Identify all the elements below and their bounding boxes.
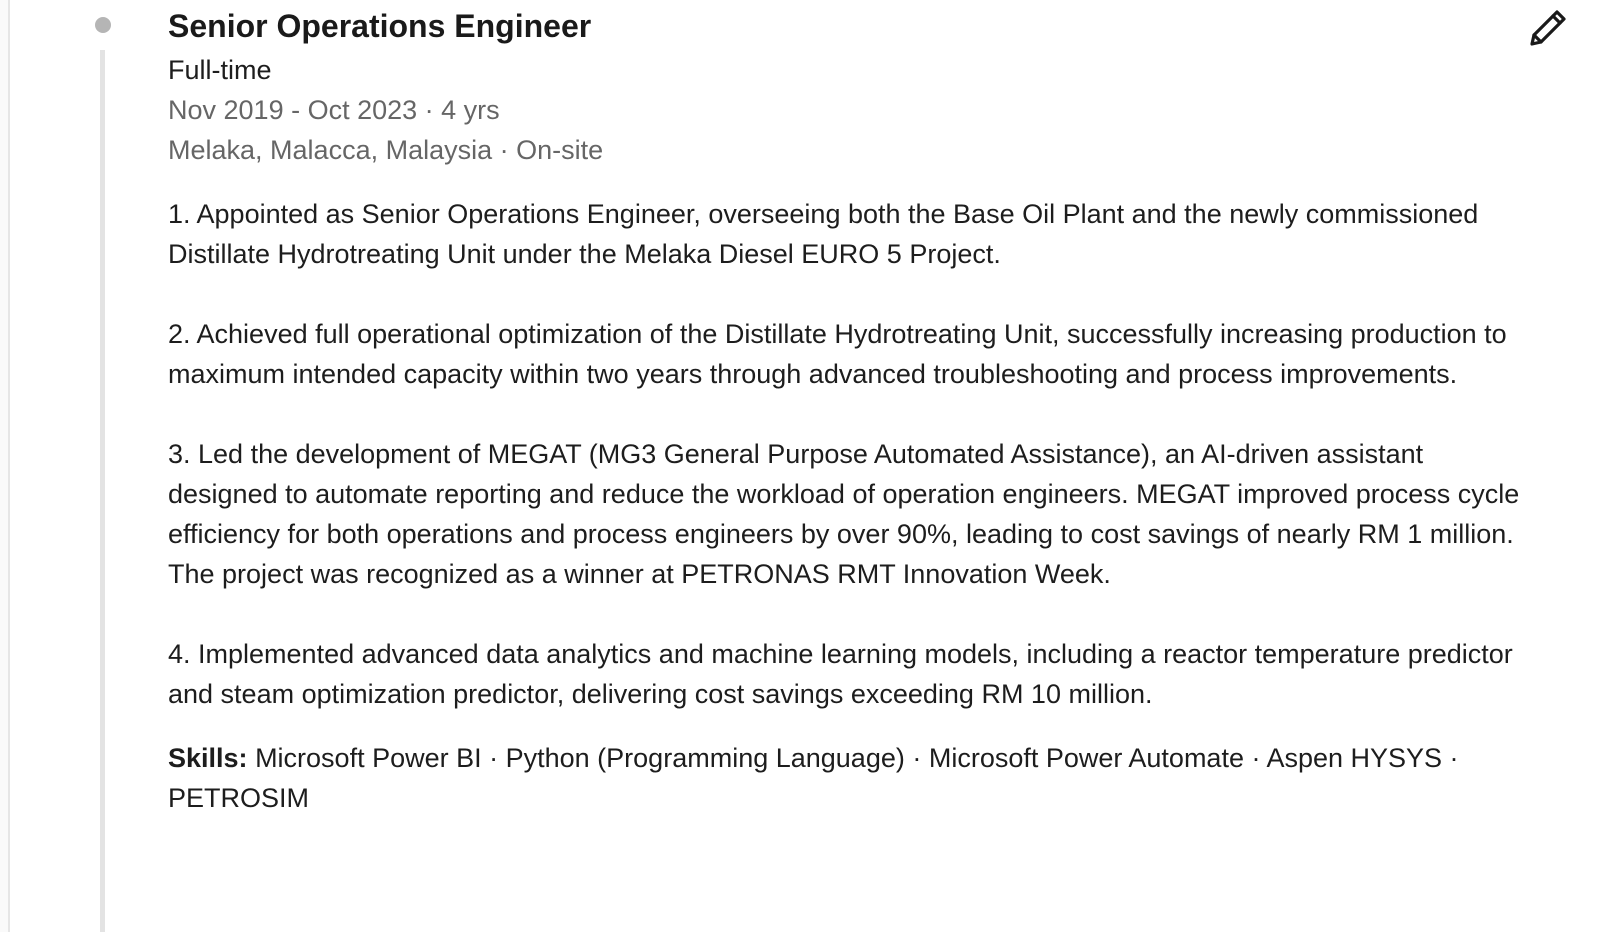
timeline-dot bbox=[95, 17, 111, 33]
job-title: Senior Operations Engineer bbox=[168, 8, 592, 44]
job-description: 1. Appointed as Senior Operations Engine… bbox=[168, 194, 1528, 714]
skills-label: Skills: bbox=[168, 743, 248, 773]
description-paragraph: 1. Appointed as Senior Operations Engine… bbox=[168, 199, 1479, 269]
description-paragraph: 2. Achieved full operational optimizatio… bbox=[168, 319, 1507, 389]
pencil-icon bbox=[1530, 10, 1566, 46]
edit-button[interactable] bbox=[1524, 4, 1572, 52]
skills-values: Microsoft Power BI · Python (Programming… bbox=[168, 743, 1459, 813]
employment-type: Full-time bbox=[168, 55, 272, 85]
description-paragraph: 3. Led the development of MEGAT (MG3 Gen… bbox=[168, 439, 1520, 589]
employment-dates: Nov 2019 - Oct 2023 · 4 yrs bbox=[168, 95, 500, 125]
experience-entry: Senior Operations Engineer Full-time Nov… bbox=[168, 0, 1528, 818]
timeline-line bbox=[100, 50, 105, 932]
job-location: Melaka, Malacca, Malaysia · On-site bbox=[168, 135, 604, 165]
experience-page: Senior Operations Engineer Full-time Nov… bbox=[0, 0, 1610, 932]
description-paragraph: 4. Implemented advanced data analytics a… bbox=[168, 639, 1513, 709]
left-panel-border bbox=[0, 0, 10, 932]
skills-list: Skills: Microsoft Power BI · Python (Pro… bbox=[168, 738, 1528, 818]
